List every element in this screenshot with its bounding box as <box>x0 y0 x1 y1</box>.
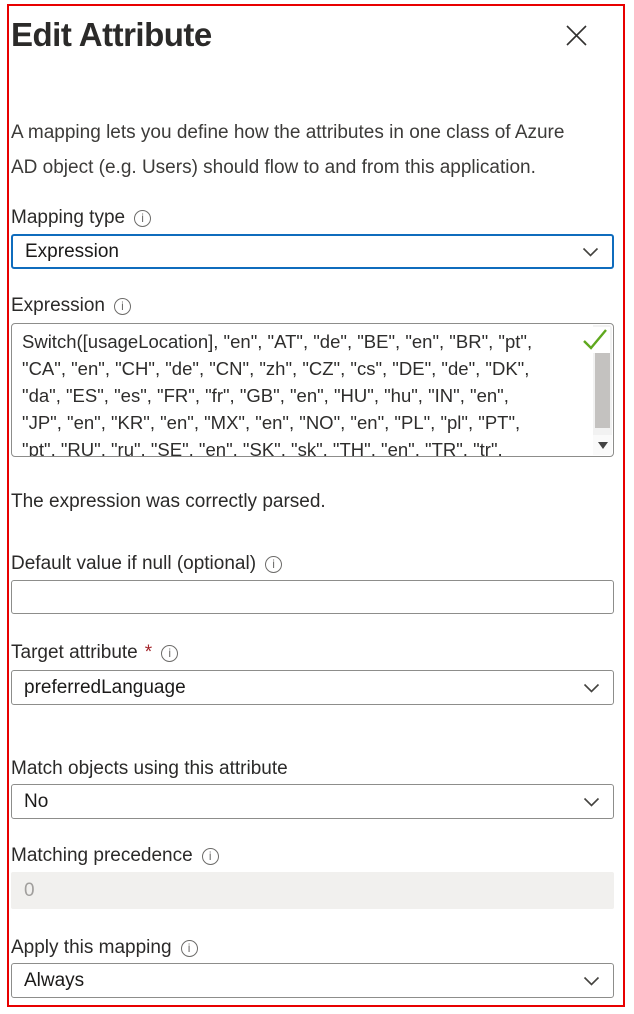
apply-mapping-label: Apply this mapping <box>11 937 172 959</box>
mapping-type-value: Expression <box>25 241 119 263</box>
matching-precedence-label-row: Matching precedence i <box>11 845 614 867</box>
default-value-label-row: Default value if null (optional) i <box>11 553 614 575</box>
close-icon[interactable] <box>563 22 590 49</box>
edit-attribute-panel: Edit Attribute A mapping lets you define… <box>7 4 625 1007</box>
expression-textarea[interactable]: Switch([usageLocation], "en", "AT", "de"… <box>11 323 614 457</box>
info-icon[interactable]: i <box>181 940 198 957</box>
expression-label-row: Expression i <box>11 295 614 317</box>
chevron-down-icon <box>583 793 600 810</box>
description: A mapping lets you define how the attrib… <box>11 115 614 185</box>
default-value-input[interactable] <box>11 580 614 614</box>
chevron-down-icon <box>583 972 600 989</box>
target-attribute-label-row: Target attribute * i <box>11 642 614 664</box>
apply-mapping-label-row: Apply this mapping i <box>11 937 614 959</box>
mapping-type-dropdown[interactable]: Expression <box>11 234 614 269</box>
info-icon[interactable]: i <box>202 848 219 865</box>
match-objects-label: Match objects using this attribute <box>11 758 288 780</box>
info-icon[interactable]: i <box>161 645 178 662</box>
default-value-label: Default value if null (optional) <box>11 553 256 575</box>
chevron-down-icon <box>582 243 599 260</box>
info-icon[interactable]: i <box>265 556 282 573</box>
expression-label: Expression <box>11 295 105 317</box>
validation-message: The expression was correctly parsed. <box>11 491 614 513</box>
match-objects-dropdown[interactable]: No <box>11 784 614 819</box>
matching-precedence-label: Matching precedence <box>11 845 193 867</box>
chevron-down-icon <box>583 679 600 696</box>
required-asterisk: * <box>145 642 152 664</box>
match-objects-label-row: Match objects using this attribute <box>11 758 614 780</box>
mapping-type-label-row: Mapping type i <box>11 207 614 229</box>
scrollbar-thumb[interactable] <box>595 352 610 428</box>
apply-mapping-value: Always <box>24 970 84 992</box>
target-attribute-label: Target attribute <box>11 642 138 664</box>
triangle-down-icon <box>598 442 608 449</box>
info-icon[interactable]: i <box>114 298 131 315</box>
matching-precedence-input <box>11 872 614 909</box>
apply-mapping-dropdown[interactable]: Always <box>11 963 614 998</box>
panel-header: Edit Attribute <box>11 6 614 55</box>
target-attribute-value: preferredLanguage <box>24 677 186 699</box>
match-objects-value: No <box>24 791 48 813</box>
expression-valid-check-icon <box>580 327 610 353</box>
target-attribute-dropdown[interactable]: preferredLanguage <box>11 670 614 705</box>
expression-value: Switch([usageLocation], "en", "AT", "de"… <box>12 324 593 456</box>
mapping-type-label: Mapping type <box>11 207 125 229</box>
info-icon[interactable]: i <box>134 210 151 227</box>
page-title: Edit Attribute <box>11 15 212 55</box>
scroll-down-button[interactable] <box>593 435 612 455</box>
